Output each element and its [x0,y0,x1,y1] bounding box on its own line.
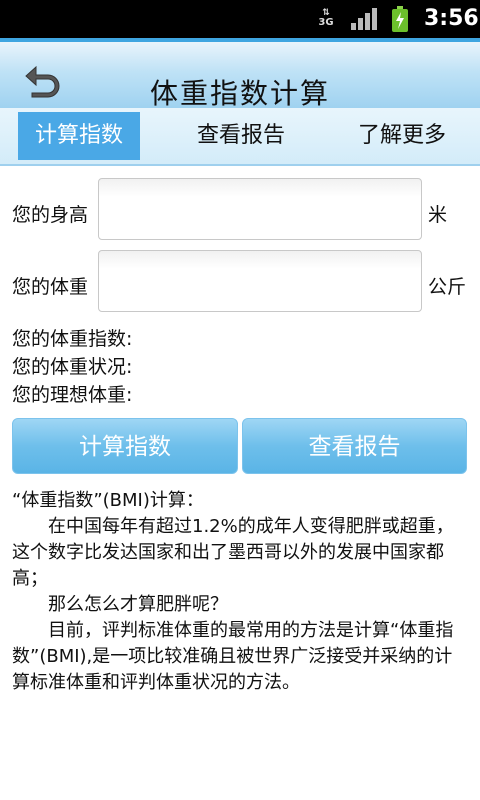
weight-status-label: 您的体重状况: [12,356,133,378]
calculate-button[interactable]: 计算指数 [12,418,238,474]
info-paragraph-1: 在中国每年有超过1.2%的成年人变得肥胖或超重，这个数字比发达国家和出了墨西哥以… [12,516,454,589]
title-bar: 体重指数计算 [0,38,480,110]
height-unit: 米 [428,204,448,226]
ideal-weight-label: 您的理想体重: [12,384,133,406]
height-input[interactable] [98,178,422,240]
bmi-info-text: “体重指数”(BMI)计算： 在中国每年有超过1.2%的成年人变得肥胖或超重，这… [12,488,468,696]
view-report-button[interactable]: 查看报告 [242,418,467,474]
tab-calculate[interactable]: 计算指数 [18,112,140,160]
info-heading: “体重指数”(BMI)计算： [12,490,204,511]
weight-unit: 公斤 [428,276,467,298]
status-bar: ⇅ 3G 3:56 [0,0,480,38]
info-paragraph-3: 目前，评判标准体重的最常用的方法是计算“体重指数”(BMI),是一项比较准确且被… [12,620,454,693]
tab-bar: 计算指数 查看报告 了解更多 [0,108,480,166]
page-title: 体重指数计算 [149,77,330,110]
clock-time: 3:56 [424,6,479,31]
weight-label: 您的体重 [12,276,89,298]
network-3g-icon: ⇅ 3G [316,8,336,30]
network-type-label: 3G [318,17,334,28]
battery-charging-icon [392,6,408,32]
tab-report[interactable]: 查看报告 [176,112,306,160]
height-label: 您的身高 [12,204,89,226]
signal-strength-icon [351,8,377,30]
weight-input[interactable] [98,250,422,312]
tab-learn-more[interactable]: 了解更多 [340,112,464,160]
info-paragraph-2: 那么怎么才算肥胖呢？ [48,594,228,615]
bmi-result-label: 您的体重指数: [12,328,133,350]
